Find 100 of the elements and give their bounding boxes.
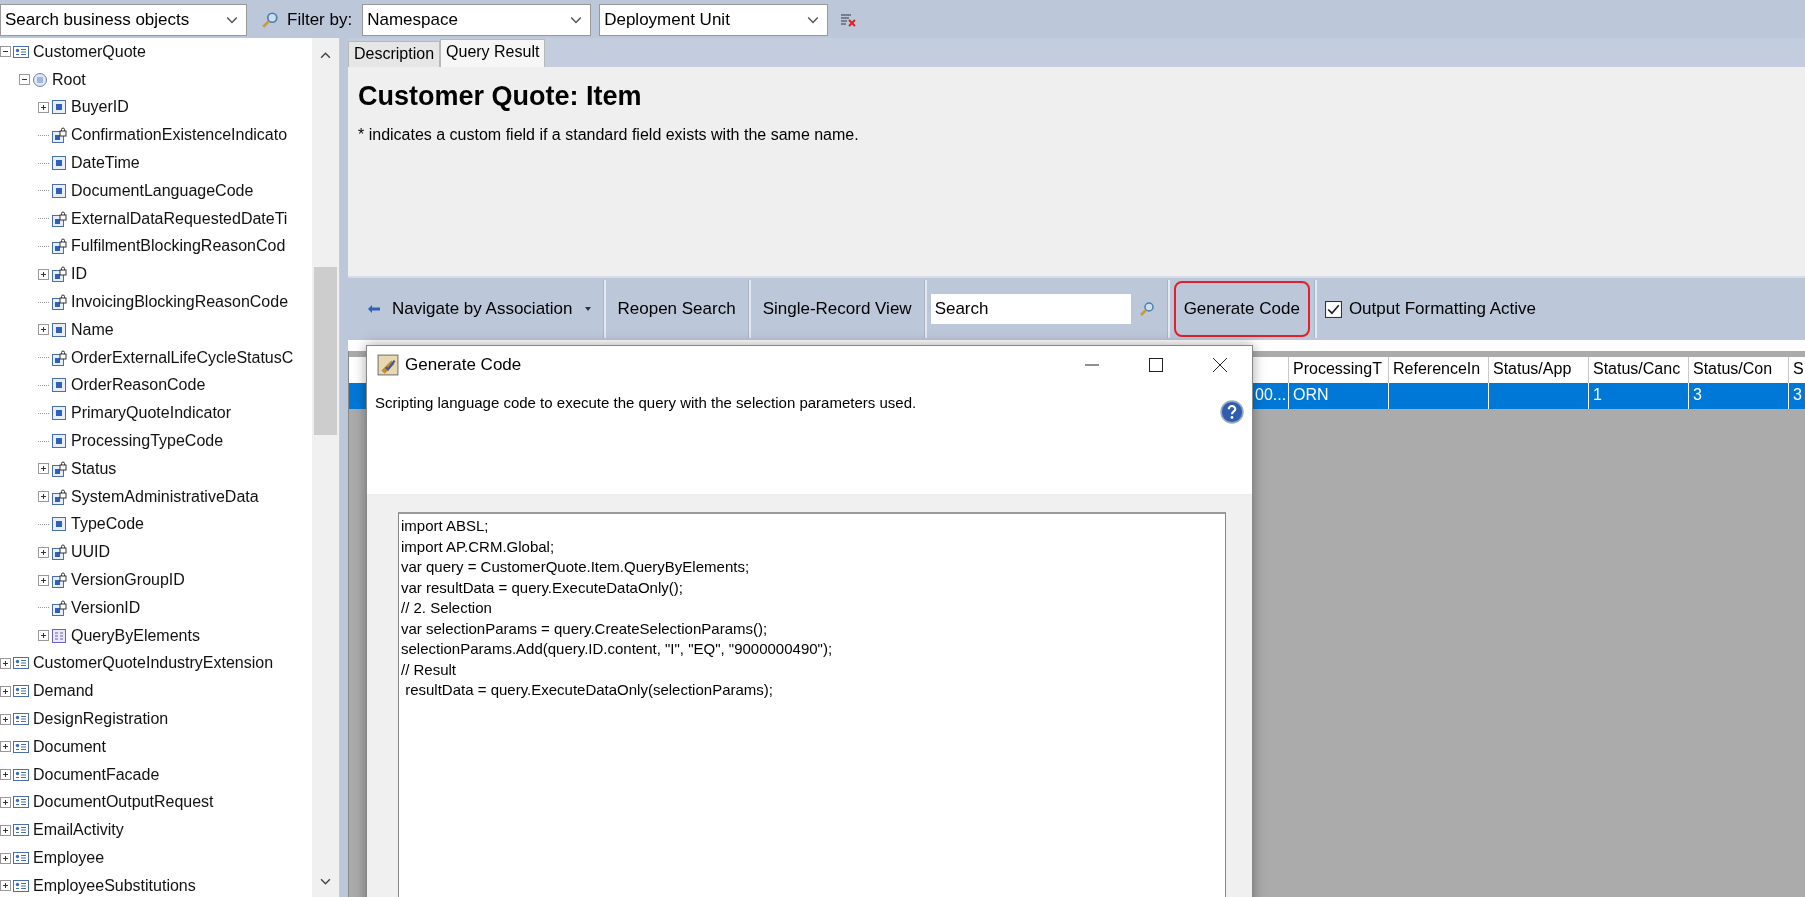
tree-item[interactable]: ProcessingTypeCode (71, 432, 224, 451)
deployment-unit-dropdown[interactable]: Deployment Unit (599, 4, 829, 36)
table-cell: 1 (1593, 386, 1602, 403)
expand-toggle[interactable] (0, 852, 11, 864)
tree-item[interactable]: DocumentLanguageCode (71, 181, 254, 200)
tree-item[interactable]: DesignRegistration (33, 710, 169, 728)
tree-item[interactable]: OrderExternalLifeCycleStatusC (71, 348, 294, 367)
search-icon (261, 11, 279, 29)
tree-item[interactable]: EmailActivity (33, 821, 124, 840)
column-header[interactable]: ReferenceIn (1393, 360, 1481, 377)
close-icon (1213, 358, 1227, 372)
tree-item[interactable]: DocumentOutputRequest (33, 793, 214, 812)
tree-item[interactable]: InvoicingBlockingReasonCode (71, 293, 289, 312)
search-field[interactable]: Search (930, 294, 1131, 324)
tree-item[interactable]: CustomerQuoteIndustryExtension (33, 654, 274, 673)
column-header[interactable]: Status/Con (1693, 360, 1773, 377)
help-icon[interactable] (1220, 400, 1244, 424)
expand-toggle[interactable] (38, 491, 49, 503)
collapse-toggle[interactable] (0, 46, 11, 58)
code-line: // 2. Selection (401, 598, 493, 618)
tree-item[interactable]: UUID (71, 543, 111, 562)
tree-item[interactable]: Demand (33, 682, 94, 701)
tree-item[interactable]: Status (71, 459, 117, 478)
namespace-dropdown[interactable]: Namespace (362, 4, 592, 36)
maximize-icon (1149, 358, 1163, 372)
business-object-icon (13, 43, 29, 60)
tree-item[interactable]: SystemAdministrativeData (71, 487, 259, 506)
tree-item[interactable]: DocumentFacade (33, 765, 160, 784)
expand-toggle[interactable] (38, 102, 49, 113)
element-icon (51, 99, 67, 116)
locked-element-icon (51, 488, 67, 505)
tree-item[interactable]: Document (33, 737, 106, 756)
element-icon (51, 433, 67, 450)
tree-item[interactable]: Employee (33, 849, 105, 867)
navigate-menu-button[interactable]: Navigate by Association (360, 281, 599, 337)
expand-toggle[interactable] (38, 546, 49, 558)
tree-item[interactable]: PrimaryQuoteIndicator (71, 404, 232, 423)
expand-toggle[interactable] (0, 685, 11, 697)
tree-item[interactable]: BuyerID (71, 98, 129, 117)
tree-item[interactable]: FulfilmentBlockingReasonCod (71, 237, 286, 256)
expand-toggle[interactable] (0, 657, 11, 669)
table-cell: ORN (1293, 386, 1329, 403)
business-object-icon (13, 877, 29, 894)
checkbox[interactable] (1324, 300, 1342, 318)
code-line: import AP.CRM.Global; (401, 536, 556, 557)
expand-toggle[interactable] (38, 268, 49, 280)
tree-item[interactable]: VersionGroupID (71, 571, 185, 590)
tree-item[interactable]: Name (71, 320, 114, 339)
tree-item[interactable]: OrderReasonCode (71, 376, 206, 395)
code-text-area[interactable] (398, 512, 1226, 897)
expand-toggle[interactable] (0, 880, 11, 892)
code-line: selectionParams.Add(query.ID.content, "I", "EQ", "9000000490"); (401, 639, 834, 659)
expand-toggle[interactable] (0, 769, 11, 781)
tree-item[interactable]: VersionID (71, 598, 141, 617)
tree-item[interactable]: TypeCode (71, 515, 144, 534)
business-object-icon (13, 711, 29, 727)
tree-item[interactable]: DateTime (71, 154, 140, 173)
column-header[interactable]: Status/Canc (1593, 360, 1681, 377)
column-header[interactable]: ProcessingT (1293, 360, 1382, 377)
code-line: import ABSL; (401, 516, 490, 536)
expand-toggle[interactable] (38, 463, 49, 475)
object-search-dropdown[interactable]: Search business objects (0, 4, 247, 36)
locked-element-icon (51, 238, 67, 255)
locked-element-icon (51, 294, 67, 311)
expand-toggle[interactable] (38, 574, 49, 586)
code-line: var query = CustomerQuote.Item.QueryByElements; (401, 557, 751, 577)
tab[interactable]: Query Result (440, 39, 546, 67)
search-icon[interactable] (1138, 301, 1155, 317)
expand-toggle[interactable] (0, 713, 11, 725)
expand-toggle[interactable] (38, 630, 49, 642)
tree-item[interactable]: ConfirmationExistenceIndicato (71, 126, 288, 145)
tree-item[interactable]: Root (52, 70, 86, 89)
column-header[interactable]: Status/App (1493, 360, 1572, 377)
column-header[interactable]: S (1793, 360, 1804, 377)
tree-item[interactable]: CustomerQuote (33, 42, 146, 61)
tab[interactable]: Description (348, 41, 441, 67)
clear-filter-icon[interactable] (840, 12, 857, 28)
toolbar-button[interactable]: Reopen Search (609, 281, 744, 337)
tree-item[interactable]: ExternalDataRequestedDateTi (71, 209, 288, 228)
toolbar-button[interactable]: Generate Code (1173, 281, 1310, 337)
locked-element-icon (51, 544, 67, 561)
tree-item[interactable]: QueryByElements (71, 626, 200, 645)
custom-field-note: * indicates a custom field if a standard field exists with the same name. (358, 126, 860, 144)
locked-element-icon (51, 599, 67, 616)
code-line: var selectionParams = query.CreateSelectionParams(); (401, 618, 769, 639)
business-object-icon (13, 822, 29, 839)
scrollbar[interactable] (312, 38, 340, 897)
collapse-toggle[interactable] (19, 74, 30, 86)
tree-item[interactable]: ID (71, 265, 87, 284)
expand-toggle[interactable] (38, 324, 49, 336)
toolbar-button[interactable]: Single-Record View (754, 281, 920, 337)
chevron-down-icon (226, 16, 238, 24)
expand-toggle[interactable] (0, 824, 11, 836)
scrollbar-thumb[interactable] (314, 267, 337, 435)
checkbox-label[interactable]: Output Formatting Active (1348, 299, 1536, 319)
expand-toggle[interactable] (0, 796, 11, 808)
scroll-up-icon[interactable] (320, 52, 332, 59)
tree-item[interactable]: EmployeeSubstitutions (33, 876, 196, 895)
expand-toggle[interactable] (0, 741, 11, 753)
scroll-down-icon[interactable] (320, 878, 332, 885)
